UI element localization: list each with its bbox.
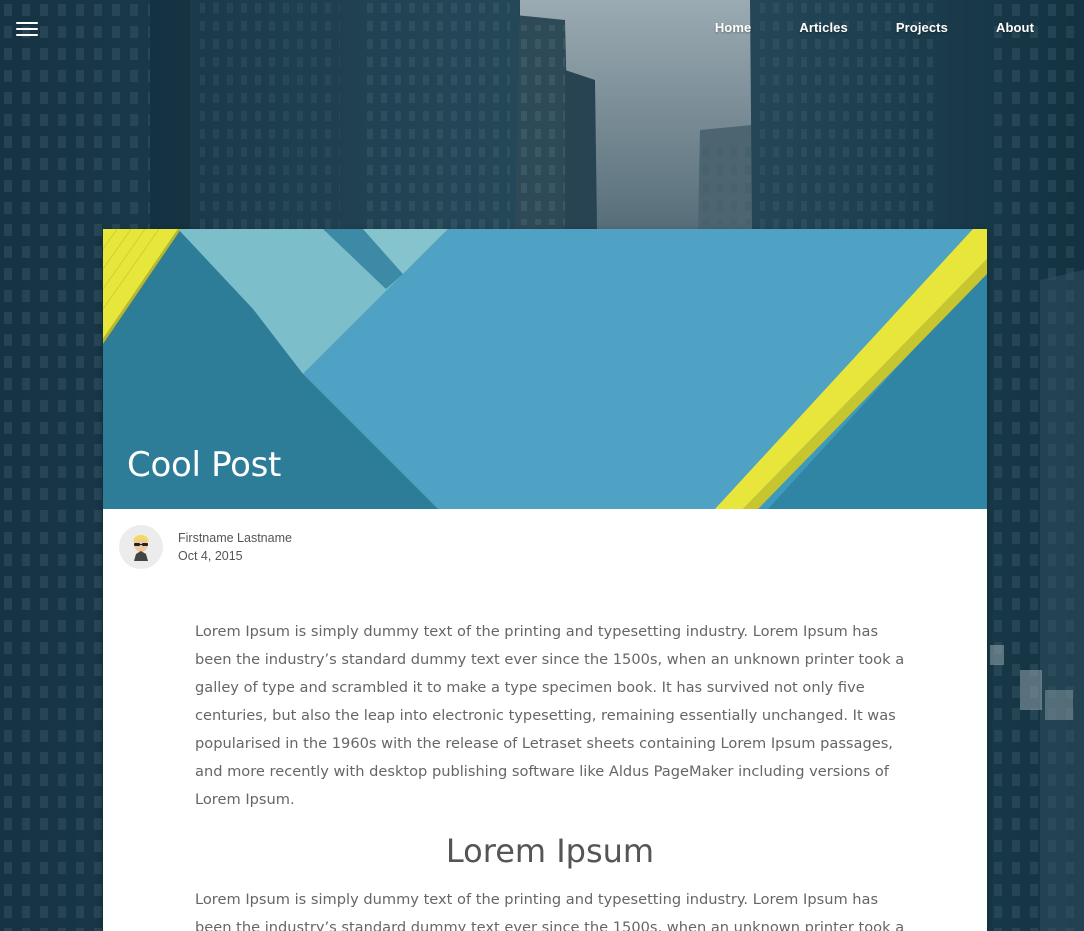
post-content: Lorem Ipsum is simply dummy text of the …: [195, 618, 905, 931]
section-heading: Lorem Ipsum: [445, 832, 655, 870]
nav-projects-link[interactable]: Projects: [848, 20, 948, 35]
hamburger-menu-icon[interactable]: [16, 22, 38, 40]
post-card: Cool Post Firstname Lastname Oct 4, 2015…: [103, 229, 987, 931]
nav-about-link[interactable]: About: [948, 20, 1034, 35]
nav-articles-link[interactable]: Articles: [751, 20, 848, 35]
post-paragraph: Lorem Ipsum is simply dummy text of the …: [195, 623, 905, 808]
nav-home-link[interactable]: Home: [715, 20, 752, 35]
top-nav: Home Articles Projects About: [715, 20, 1034, 35]
avatar: [119, 525, 163, 569]
author-name: Firstname Lastname: [178, 531, 292, 545]
post-paragraph: Lorem Ipsum is simply dummy text of the …: [195, 891, 905, 931]
post-title: Cool Post: [127, 445, 282, 485]
author-block: Firstname Lastname Oct 4, 2015: [119, 525, 292, 569]
post-hero-image: Cool Post: [103, 229, 987, 509]
avatar-icon: [133, 535, 149, 561]
post-date: Oct 4, 2015: [178, 549, 243, 563]
